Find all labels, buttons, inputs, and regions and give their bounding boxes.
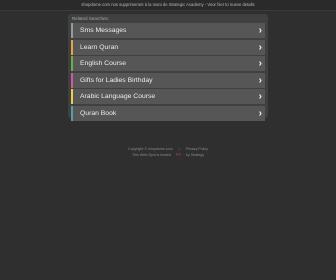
list-item[interactable]: Gifts for Ladies Birthday ›	[71, 72, 265, 88]
footer: Copyright © shopdome.com | Privacy Polic…	[0, 146, 336, 158]
list-item[interactable]: Quran Book ›	[71, 105, 265, 121]
privacy-policy-link[interactable]: Privacy Policy	[186, 147, 208, 151]
list-item[interactable]: English Course ›	[71, 56, 265, 72]
chevron-right-icon: ›	[258, 91, 262, 103]
hosted-text: This Web-Spot is hosted	[131, 153, 172, 157]
chevron-right-icon: ›	[258, 74, 262, 86]
pp-link[interactable]: PP	[176, 153, 181, 157]
item-label: English Course	[80, 60, 127, 68]
related-searches-panel: Related Searches: Sms Messages › Learn Q…	[68, 14, 268, 121]
panel-header: Related Searches:	[72, 16, 110, 21]
footer-separator: |	[178, 147, 180, 151]
footer-line-2: This Web-Spot is hosted PP by Strategy	[0, 152, 336, 158]
item-label: Quran Book	[80, 109, 117, 117]
chevron-right-icon: ›	[258, 41, 262, 53]
chevron-right-icon: ›	[258, 107, 262, 119]
item-label: Learn Quran	[80, 43, 119, 51]
item-label: Arabic Language Course	[80, 93, 156, 101]
item-label: Sms Messages	[80, 27, 127, 34]
top-banner-text[interactable]: shopdome.com nos supprimeront à la mani …	[81, 2, 254, 7]
chevron-right-icon: ›	[258, 25, 262, 36]
copyright-text: Copyright © shopdome.com	[128, 147, 173, 151]
related-searches-list: Sms Messages › Learn Quran › English Cou…	[71, 23, 265, 123]
hosted-suffix-text: by Strategy	[185, 153, 205, 157]
item-label: Gifts for Ladies Birthday	[80, 76, 153, 84]
top-banner[interactable]: shopdome.com nos supprimeront à la mani …	[0, 0, 336, 11]
list-item[interactable]: Sms Messages ›	[71, 23, 265, 38]
chevron-right-icon: ›	[258, 58, 262, 70]
list-item[interactable]: Arabic Language Course ›	[71, 89, 265, 105]
list-item[interactable]: Learn Quran ›	[71, 39, 265, 55]
